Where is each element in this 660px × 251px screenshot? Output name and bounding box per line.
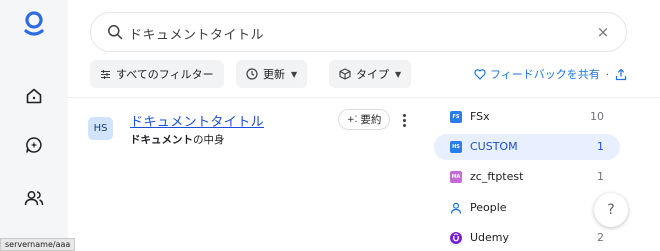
hs-icon: HS xyxy=(450,141,462,153)
updated-filter-label: 更新 xyxy=(263,68,285,81)
person-icon xyxy=(450,202,462,214)
people-button[interactable] xyxy=(14,178,54,218)
help-button[interactable]: ? xyxy=(594,193,628,227)
home-icon xyxy=(26,88,42,104)
status-bar-text: servername/aaa xyxy=(0,238,76,251)
people-icon xyxy=(24,191,44,206)
type-filter-label: タイプ xyxy=(356,68,389,81)
type-filter-dropdown[interactable]: タイプ ▼ xyxy=(329,60,412,88)
ma-icon: MA xyxy=(450,171,462,183)
source-item-people[interactable]: People xyxy=(434,195,620,221)
heart-icon xyxy=(474,68,486,80)
result-avatar: HS xyxy=(88,117,113,140)
source-label: FSx xyxy=(470,110,490,123)
chevron-down-icon: ▼ xyxy=(291,69,298,79)
kebab-dot-icon xyxy=(402,113,406,117)
source-label: CUSTOM xyxy=(470,140,518,153)
app-root: servername/aaa ドキュメントタイトル × すべてのフィルター 更新… xyxy=(0,0,660,251)
search-input[interactable]: ドキュメントタイトル xyxy=(129,24,264,43)
result-snippet: ドキュメントの中身 xyxy=(130,132,225,147)
ai-chat-button[interactable] xyxy=(14,125,54,165)
source-label: zc_ftptest xyxy=(470,170,524,183)
source-count: 1 xyxy=(597,140,604,153)
feedback-label: フィードバックを共有 xyxy=(490,68,600,81)
source-label: People xyxy=(470,201,507,214)
clock-icon xyxy=(246,68,258,80)
more-options-button[interactable] xyxy=(398,110,410,130)
kebab-dot-icon xyxy=(402,118,406,122)
source-label: Udemy xyxy=(470,231,510,244)
chevron-down-icon: ▼ xyxy=(395,69,402,79)
cube-icon xyxy=(339,68,351,80)
home-button[interactable] xyxy=(14,76,54,116)
source-count: 1 xyxy=(597,170,604,183)
clear-icon[interactable]: × xyxy=(594,23,612,41)
feedback-link[interactable]: フィードバックを共有 · xyxy=(474,66,631,82)
share-icon[interactable] xyxy=(615,68,627,81)
udemy-icon xyxy=(450,232,462,244)
separator-dot: · xyxy=(605,67,610,81)
all-filters-button[interactable]: すべてのフィルター xyxy=(90,60,224,88)
result-title-link[interactable]: ドキュメントタイトル xyxy=(130,111,264,130)
source-item-fsx[interactable]: FS FSx 10 xyxy=(434,104,620,130)
summarize-button[interactable]: +⁚ 要約 xyxy=(338,109,391,130)
all-filters-label: すべてのフィルター xyxy=(116,68,214,81)
app-logo[interactable] xyxy=(22,10,46,38)
source-item-zc-ftptest[interactable]: MA zc_ftptest 1 xyxy=(434,164,620,190)
source-count: 2 xyxy=(597,231,604,244)
fs-icon: FS xyxy=(450,111,462,123)
sliders-icon xyxy=(101,69,110,79)
snippet-text: の中身 xyxy=(193,134,225,146)
source-item-custom[interactable]: HS CUSTOM 1 xyxy=(434,134,620,160)
summarize-label: 要約 xyxy=(360,114,382,126)
source-item-udemy[interactable]: Udemy 2 xyxy=(434,225,620,251)
left-rail xyxy=(0,0,68,251)
source-count: 10 xyxy=(590,110,604,123)
chat-sparkle-icon xyxy=(26,137,42,153)
updated-filter-dropdown[interactable]: 更新 ▼ xyxy=(236,60,308,88)
kebab-dot-icon xyxy=(402,123,406,127)
sparkle-icon: +⁚ xyxy=(347,114,358,125)
header-divider xyxy=(68,97,660,98)
snippet-highlight: ドキュメント xyxy=(130,134,193,146)
search-bar[interactable]: ドキュメントタイトル × xyxy=(90,12,627,52)
search-icon xyxy=(108,25,123,40)
